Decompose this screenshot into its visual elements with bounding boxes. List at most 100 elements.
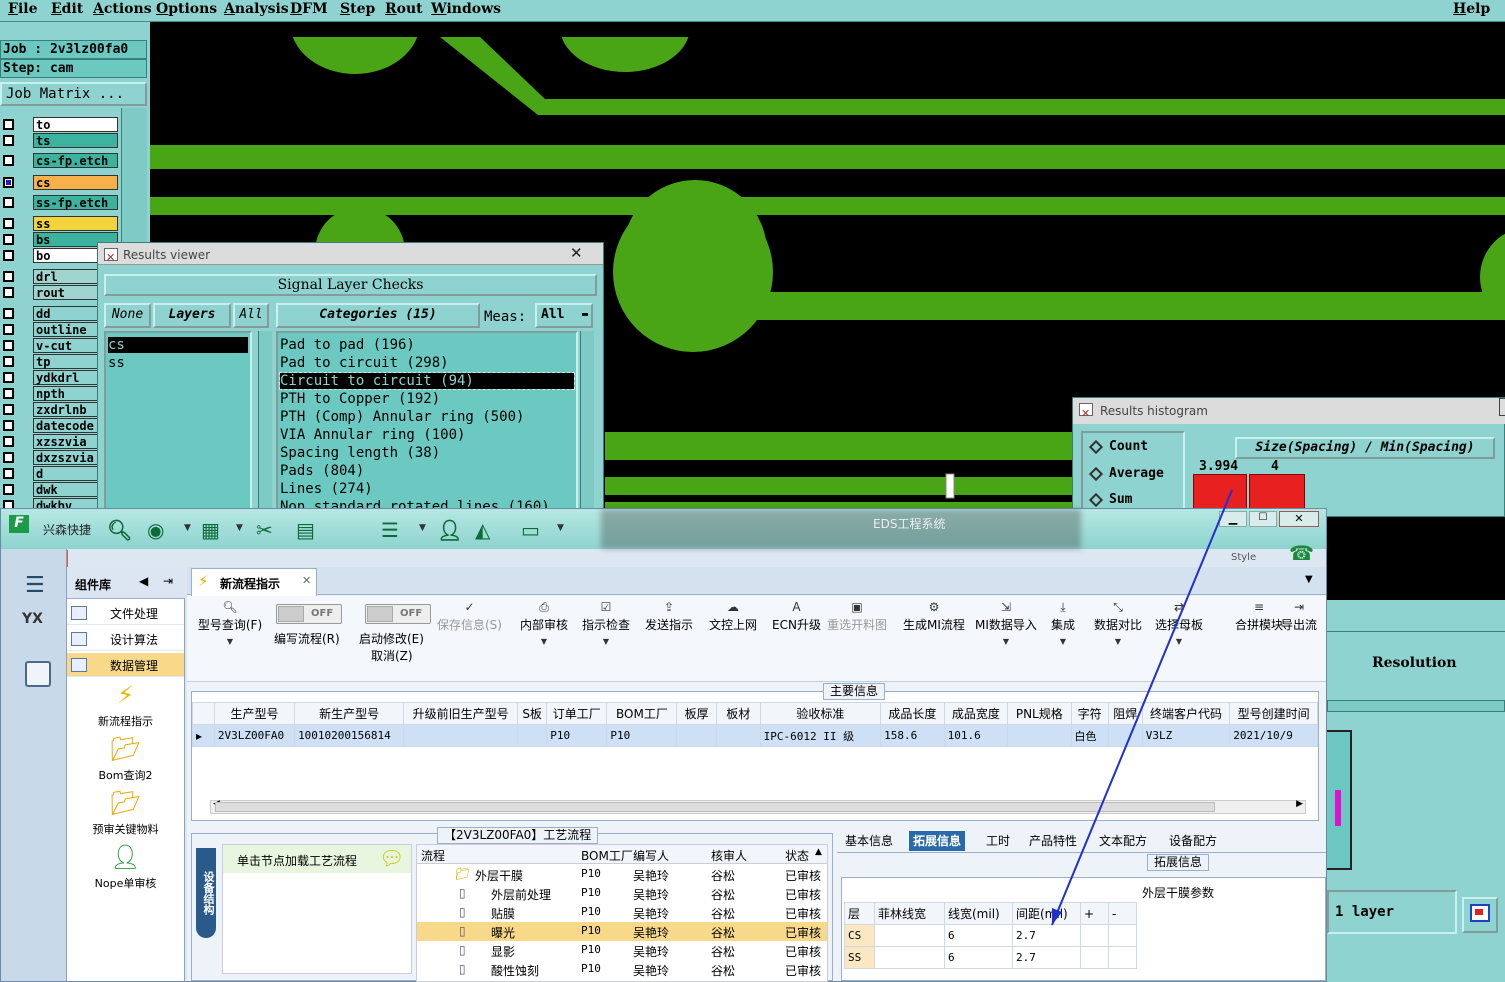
category-item[interactable]: PTH to Copper (192) — [280, 391, 440, 407]
factory-icon[interactable]: YX — [22, 611, 43, 627]
params-header-cell[interactable]: 菲林线宽 — [874, 902, 945, 925]
bom-query-item[interactable]: 📂︎ Bom查询2 — [67, 735, 184, 783]
results-viewer-titlebar[interactable]: Results viewer — [98, 243, 603, 270]
ribbon-button[interactable]: ⇥ 导出流 — [1281, 600, 1317, 633]
chevron-right-icon[interactable]: ▶ — [1296, 799, 1303, 809]
params-cell[interactable]: 2.7 — [1012, 946, 1081, 969]
column-header[interactable]: 生产型号 — [213, 702, 296, 725]
column-header[interactable]: 板材 — [715, 702, 761, 725]
layers-scrollbar[interactable] — [258, 331, 272, 511]
layer-name[interactable]: ts — [33, 133, 118, 148]
layer-checkbox[interactable] — [3, 404, 14, 415]
measure-selector[interactable]: Size(Spacing) / Min(Spacing) — [1235, 437, 1495, 459]
table-cell[interactable]: 10010200156814 — [294, 724, 405, 747]
categories-scrollbar[interactable] — [580, 331, 594, 511]
tab-new-flow-instruction[interactable]: ⚡ 新流程指示 ✕ — [191, 568, 317, 596]
table-cell[interactable] — [403, 724, 519, 747]
cancel-button[interactable]: 取消(Z) — [371, 647, 413, 664]
model-query-button[interactable]: 🔍︎ 型号查询(F) ▼ — [195, 600, 265, 653]
calculator-icon[interactable] — [25, 661, 51, 687]
params-header-cell[interactable]: 层 — [844, 902, 875, 925]
edit-flow-toggle[interactable]: OFF — [276, 604, 342, 624]
equipment-structure-tab[interactable]: 设备结构 — [196, 848, 216, 938]
maximize-button[interactable]: ☐ — [1249, 511, 1277, 527]
hamburger-icon[interactable]: ☰ — [25, 573, 45, 598]
radio-count[interactable] — [1088, 439, 1104, 455]
layer-checkbox[interactable] — [3, 155, 14, 166]
all-layers-button[interactable]: All — [233, 303, 269, 328]
none-button[interactable]: None — [104, 303, 151, 328]
layer-checkbox[interactable] — [3, 388, 14, 399]
flow-row[interactable]: ▯ 曝光 P10 吴艳玲 谷松 已审核 — [417, 922, 827, 941]
column-header[interactable]: 型号创建时间 — [1229, 702, 1318, 725]
params-header-cell[interactable]: 线宽(mil) — [944, 902, 1013, 925]
chevron-left-icon[interactable]: ◀ — [139, 574, 148, 588]
flow-row[interactable]: ▯ 外层前处理 P10 吴艳玲 谷松 已审核 — [417, 884, 827, 903]
column-header[interactable]: 板厚 — [676, 702, 717, 725]
layer-checkbox[interactable] — [3, 340, 14, 351]
params-cell[interactable]: CS — [844, 924, 875, 947]
column-header[interactable]: S板 — [517, 702, 548, 725]
layer-row[interactable]: to — [0, 117, 121, 132]
close-icon[interactable]: ✕ — [570, 244, 583, 262]
category-item[interactable]: Circuit to circuit (94) — [279, 372, 575, 390]
category-item[interactable]: Pads (804) — [280, 463, 364, 479]
new-flow-instruction-item[interactable]: ⚡ 新流程指示 — [67, 681, 184, 729]
detail-tab[interactable]: 设备配方 — [1165, 831, 1221, 851]
layer-name[interactable]: ss-fp.etch — [33, 195, 118, 210]
layer-checkbox[interactable] — [3, 119, 14, 130]
layers-listbox[interactable]: cs ss — [104, 331, 252, 511]
params-cell[interactable] — [1108, 924, 1137, 947]
flow-row[interactable]: ▯ 酸性蚀刻 P10 吴艳玲 谷松 已审核 — [417, 960, 827, 979]
layer-checkbox[interactable] — [3, 234, 14, 245]
close-icon[interactable]: ✕ — [302, 574, 311, 587]
table-row[interactable]: ▸ 2V3LZ00FA0 10010200156814 P10 P10 IPC-6012 … — [192, 724, 1318, 747]
menu-analysis[interactable]: Analysis — [224, 1, 289, 17]
precheck-material-item[interactable]: 📂︎ 预审关键物料 — [67, 789, 184, 837]
job-matrix-button[interactable]: Job Matrix ... — [0, 82, 147, 106]
user-icon[interactable]: 👤︎ — [437, 518, 462, 542]
params-cell[interactable] — [1080, 924, 1109, 947]
menu-step[interactable]: Step — [340, 1, 375, 17]
layer-name[interactable]: cs-fp.etch — [33, 153, 118, 168]
start-modify-toggle[interactable]: OFF — [365, 604, 431, 624]
phone-icon[interactable]: ☎ — [1289, 541, 1314, 565]
flow-row[interactable]: ▯ 贴膜 P10 吴艳玲 谷松 已审核 — [417, 903, 827, 922]
results-histogram-titlebar[interactable]: Results histogram — [1073, 398, 1505, 427]
params-cell[interactable]: 6 — [944, 924, 1013, 947]
layer-checkbox[interactable] — [3, 197, 14, 208]
display-button[interactable] — [1462, 897, 1498, 933]
detail-tab[interactable]: 工时 — [982, 831, 1014, 851]
layer-checkbox[interactable] — [3, 271, 14, 282]
layers-button[interactable]: Layers — [153, 303, 231, 328]
comp-file-processing[interactable]: 文件处理 — [67, 601, 184, 625]
menu-dfm[interactable]: DFM — [290, 1, 328, 17]
params-cell[interactable]: 2.7 — [1012, 924, 1081, 947]
nope-review-item[interactable]: 👤︎ Nope单审核 — [67, 843, 184, 891]
chevron-down-icon[interactable]: ▼ — [419, 523, 426, 533]
params-header-cell[interactable]: + — [1080, 902, 1109, 925]
table-cell[interactable]: IPC-6012 II 级 — [759, 724, 882, 747]
detail-tab[interactable]: 基本信息 — [841, 831, 897, 851]
pin-icon[interactable]: ⇥ — [163, 574, 173, 588]
layer-checkbox[interactable] — [3, 250, 14, 261]
monitor-icon[interactable]: ▭ — [521, 518, 540, 542]
column-header[interactable]: 验收标准 — [759, 702, 882, 725]
chevron-down-icon[interactable]: ▼ — [557, 523, 564, 533]
close-button[interactable]: ✕ — [1279, 511, 1319, 527]
table-cell[interactable] — [1007, 724, 1072, 747]
layer-row[interactable]: ss-fp.etch — [0, 195, 121, 210]
params-cell[interactable] — [874, 924, 945, 947]
layer-checkbox[interactable] — [3, 308, 14, 319]
grid-icon[interactable]: ▦ — [201, 518, 220, 542]
detail-tab[interactable]: 产品特性 — [1025, 831, 1081, 851]
column-header[interactable]: 成品长度 — [880, 702, 945, 725]
ribbon-button[interactable]: ⚙ 生成MI流程 — [903, 600, 965, 633]
ribbon-button[interactable]: ⎙ 内部审核 ▼ — [520, 600, 568, 653]
menu-help[interactable]: Help — [1453, 1, 1490, 17]
table-cell[interactable]: 2V3LZ00FA0 — [213, 724, 296, 747]
globe-icon[interactable]: ◉ — [147, 518, 164, 542]
ribbon-button[interactable]: A ECN升级 — [772, 600, 821, 633]
scissors-icon[interactable]: ✂ — [256, 518, 273, 542]
params-row[interactable]: CS 6 2.7 — [844, 924, 1137, 947]
